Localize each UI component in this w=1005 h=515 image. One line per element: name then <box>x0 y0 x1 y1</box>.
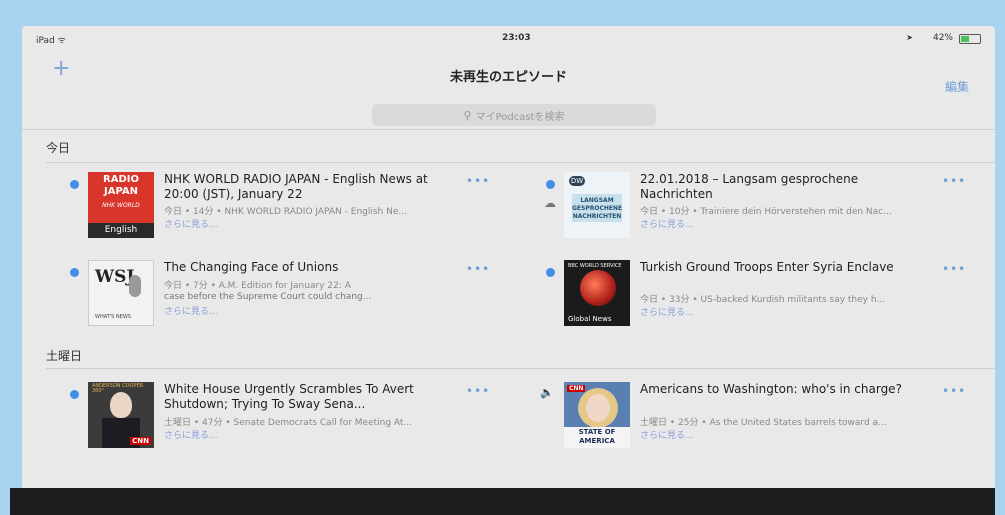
episode-meta: 今日 • 33分 • US-backed Kurdish militants s… <box>640 295 886 305</box>
episode-item[interactable]: 🔈 CNN STATE OF AMERICA Americans to Washi… <box>540 382 966 448</box>
battery-percent: 42% <box>932 33 953 43</box>
unplayed-dot <box>70 268 79 277</box>
more-options-icon[interactable]: ••• <box>466 262 490 276</box>
ipad-screen: iPad ᯤ 23:03 ➤ 42% + 未再生のエピソード 編集 ⚲ マイPo… <box>22 26 995 488</box>
more-options-icon[interactable]: ••• <box>942 262 966 276</box>
microphone-icon <box>129 275 141 297</box>
section-header-today: 今日 <box>46 141 71 155</box>
unplayed-dot <box>70 390 79 399</box>
episode-title: White House Urgently Scrambles To Avert … <box>164 382 414 411</box>
more-options-icon[interactable]: ••• <box>466 174 490 188</box>
episode-title: Turkish Ground Troops Enter Syria Enclav… <box>640 260 894 274</box>
episode-item[interactable]: ☁ DW LANGSAM GESPROCHENE NACHRICHTEN 22.… <box>544 172 966 238</box>
episode-title: 22.01.2018 – Langsam gesprochene Nachric… <box>640 172 859 201</box>
show-more-link[interactable]: さらに見る... <box>164 217 218 230</box>
status-time: 23:03 <box>502 33 531 43</box>
show-more-link[interactable]: さらに見る... <box>164 304 218 317</box>
show-more-link[interactable]: さらに見る... <box>640 217 694 230</box>
show-more-link[interactable]: さらに見る... <box>640 428 694 441</box>
divider <box>46 162 995 163</box>
search-placeholder: マイPodcastを検索 <box>475 111 565 123</box>
unplayed-dot <box>70 180 79 189</box>
episode-meta: 今日 • 10分 • Trainiere dein Hörverstehen m… <box>640 207 892 217</box>
episode-item[interactable]: WSJ WHAT'S NEWS The Changing Face of Uni… <box>70 260 490 326</box>
search-icon: ⚲ <box>463 108 472 122</box>
show-more-link[interactable]: さらに見る... <box>640 305 694 318</box>
episode-meta: 今日 • 7分 • A.M. Edition for January 22: A <box>164 281 351 291</box>
section-header-saturday: 土曜日 <box>46 349 83 363</box>
episode-item[interactable]: ANDERSON COOPER 360° CNN White House Urg… <box>70 382 490 448</box>
page-title: 未再生のエピソード <box>449 70 567 85</box>
podcast-artwork: DW LANGSAM GESPROCHENE NACHRICHTEN <box>564 172 630 238</box>
episode-title: Americans to Washington: who's in charge… <box>640 382 902 396</box>
podcast-artwork: ANDERSON COOPER 360° CNN <box>88 382 154 448</box>
episode-item[interactable]: BBC WORLD SERVICE Global News Turkish Gr… <box>546 260 966 326</box>
show-more-link[interactable]: さらに見る... <box>164 428 218 441</box>
episode-item[interactable]: RADIO JAPAN NHK WORLD English NHK WORLD R… <box>70 172 490 238</box>
episode-meta: 土曜日 • 25分 • As the United States barrels… <box>640 418 887 428</box>
edit-button[interactable]: 編集 <box>945 78 969 95</box>
battery-icon <box>959 34 981 44</box>
divider <box>22 129 995 130</box>
more-options-icon[interactable]: ••• <box>942 174 966 188</box>
status-bar: iPad ᯤ 23:03 ➤ 42% <box>22 26 995 48</box>
search-bar[interactable]: ⚲ マイPodcastを検索 <box>372 104 656 126</box>
podcast-artwork: BBC WORLD SERVICE Global News <box>564 260 630 326</box>
unplayed-dot <box>546 180 555 189</box>
location-icon: ➤ <box>906 33 913 42</box>
podcast-artwork: RADIO JAPAN NHK WORLD English <box>88 172 154 238</box>
more-options-icon[interactable]: ••• <box>942 384 966 398</box>
podcast-artwork: WSJ WHAT'S NEWS <box>88 260 154 326</box>
episode-meta: 今日 • 14分 • NHK WORLD RADIO JAPAN - Engli… <box>164 207 407 217</box>
episode-title: The Changing Face of Unions <box>164 260 339 274</box>
photo-frame: iPad ᯤ 23:03 ➤ 42% + 未再生のエピソード 編集 ⚲ マイPo… <box>0 0 1005 515</box>
divider <box>46 368 995 369</box>
device-bezel <box>10 488 995 515</box>
episode-meta: 土曜日 • 47分 • Senate Democrats Call for Me… <box>164 418 413 428</box>
episode-title: NHK WORLD RADIO JAPAN - English News at … <box>164 172 428 201</box>
unplayed-dot <box>546 268 555 277</box>
globe-icon <box>580 270 616 306</box>
now-playing-speaker-icon: 🔈 <box>540 386 554 399</box>
episode-description: case before the Supreme Court could chan… <box>164 292 372 302</box>
podcast-artwork: CNN STATE OF AMERICA <box>564 382 630 448</box>
carrier-label: iPad ᯤ <box>36 36 66 46</box>
more-options-icon[interactable]: ••• <box>466 384 490 398</box>
cloud-icon: ☁ <box>544 196 556 210</box>
